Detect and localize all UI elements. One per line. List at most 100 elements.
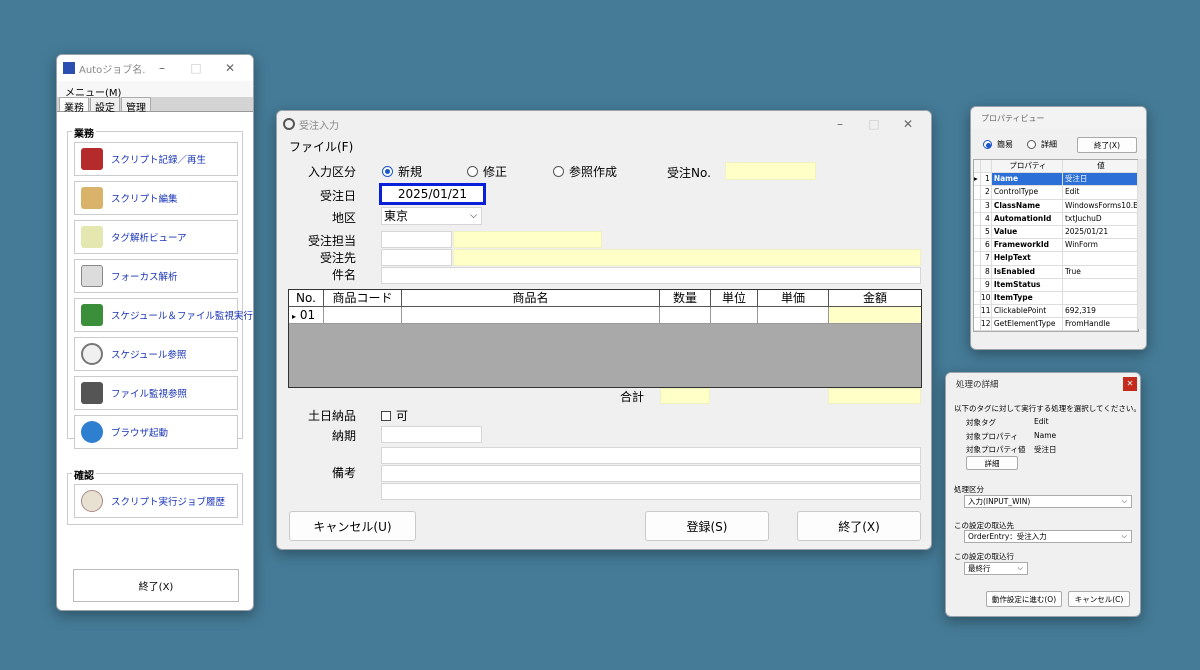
property-row[interactable]: 10 ItemType <box>974 291 1138 306</box>
region-select[interactable]: 東京 ⌵ <box>381 207 482 225</box>
property-table[interactable]: プロパティ 値 ▸ 1 Name 受注日 2 ControlType Edit 3 ClassN… <box>973 159 1139 333</box>
titlebar: 処理の詳細 ✕ <box>946 373 1140 395</box>
maximize-icon[interactable]: □ <box>857 117 891 131</box>
property-row[interactable]: 9 ItemStatus <box>974 278 1138 292</box>
line-value: 最終行 <box>968 564 991 573</box>
radio-modify[interactable]: 修正 <box>467 163 507 180</box>
focus-analysis-button[interactable]: フォーカス解析 <box>74 259 238 293</box>
cell-unit[interactable] <box>711 307 758 324</box>
subject-field[interactable] <box>381 267 921 284</box>
script-record-button[interactable]: スクリプト記録／再生 <box>74 142 238 176</box>
cell-qty[interactable] <box>660 307 711 324</box>
order-grid[interactable]: No. 商品コード 商品名 数量 単位 単価 金額 ▸ 01 <box>288 289 922 388</box>
minimize-icon[interactable]: – <box>823 117 857 131</box>
cancel-button[interactable]: キャンセル(C) <box>1068 591 1130 607</box>
row-marker <box>974 199 981 212</box>
cell-code[interactable] <box>324 307 402 324</box>
person-code-field[interactable] <box>381 231 452 248</box>
memo-line-2[interactable] <box>381 465 921 482</box>
property-name: Value <box>992 225 1063 239</box>
schedule-view-button[interactable]: スケジュール参照 <box>74 337 238 371</box>
proceed-button[interactable]: 動作設定に進む(O) <box>986 591 1062 607</box>
line-select[interactable]: 最終行 ⌵ <box>964 562 1028 575</box>
property-value: 692,319 <box>1063 305 1138 318</box>
radio-ref-create[interactable]: 参照作成 <box>553 163 617 180</box>
property-view-window: プロパティビュー 簡易 詳細 終了(X) プロパティ 値 ▸ 1 Name 受注日 2 C… <box>970 106 1147 350</box>
col-price: 単価 <box>758 290 829 307</box>
radio-detail[interactable]: 詳細 <box>1027 139 1057 150</box>
checkbox-label: 可 <box>396 409 409 423</box>
tag-label: 対象タグ <box>966 418 996 427</box>
tag-viewer-button[interactable]: タグ解析ビューア <box>74 220 238 254</box>
property-name: HelpText <box>992 252 1063 265</box>
property-value: True <box>1063 265 1138 278</box>
property-row[interactable]: 8 IsEnabled True <box>974 265 1138 279</box>
chevron-down-icon: ⌵ <box>1121 532 1127 540</box>
row-marker <box>974 265 981 278</box>
kbn-select[interactable]: 入力(INPUT_WIN) ⌵ <box>964 495 1132 508</box>
tab-admin[interactable]: 管理 <box>121 97 151 114</box>
weekend-checkbox[interactable]: 可 <box>381 407 408 424</box>
cell-name[interactable] <box>402 307 660 324</box>
maximize-icon[interactable]: □ <box>179 61 213 75</box>
window-title: 受注入力 <box>299 120 339 132</box>
property-row[interactable]: 12 GetElementType FromHandle <box>974 318 1138 332</box>
property-row[interactable]: ▸ 1 Name 受注日 <box>974 173 1138 187</box>
radio-dot <box>467 166 478 177</box>
close-icon[interactable]: ✕ <box>891 117 925 131</box>
close-icon[interactable]: ✕ <box>213 61 247 75</box>
deadline-field[interactable] <box>381 426 482 443</box>
memo-line-3[interactable] <box>381 483 921 500</box>
cell-amount <box>829 307 921 324</box>
person-name-field <box>453 231 602 248</box>
close-icon[interactable]: ✕ <box>1123 377 1137 391</box>
order-date-field[interactable]: 2025/01/21 <box>379 183 486 205</box>
scrollbar[interactable] <box>1138 159 1146 329</box>
radio-simple[interactable]: 簡易 <box>983 139 1013 150</box>
property-row[interactable]: 6 FrameworkId WinForm <box>974 239 1138 253</box>
col-no: No. <box>289 290 324 307</box>
cancel-button[interactable]: キャンセル(U) <box>289 511 416 541</box>
titlebar: プロパティビュー <box>971 107 1146 129</box>
dest-select[interactable]: OrderEntry：受注入力 ⌵ <box>964 530 1132 543</box>
total-qty-field <box>660 388 710 404</box>
tab-settings[interactable]: 設定 <box>90 97 120 114</box>
exit-button[interactable]: 終了(X) <box>797 511 921 541</box>
order-no-field[interactable] <box>725 162 816 180</box>
detail-button[interactable]: 詳細 <box>966 456 1018 470</box>
property-row[interactable]: 2 ControlType Edit <box>974 186 1138 200</box>
cell-price[interactable] <box>758 307 829 324</box>
property-name: ClickablePoint <box>992 305 1063 318</box>
register-button[interactable]: 登録(S) <box>645 511 769 541</box>
exit-button[interactable]: 終了(X) <box>1077 137 1137 153</box>
memo-label: 備考 <box>332 466 357 480</box>
chevron-down-icon: ⌵ <box>1017 564 1023 572</box>
script-edit-button[interactable]: スクリプト編集 <box>74 181 238 215</box>
file-menu[interactable]: ファイル(F) <box>289 138 353 155</box>
property-row[interactable]: 11 ClickablePoint 692,319 <box>974 305 1138 319</box>
schedule-monitor-button[interactable]: スケジュール＆ファイル監視実行 <box>74 298 253 332</box>
property-name: GetElementType <box>992 318 1063 331</box>
kbn-value: 入力(INPUT_WIN) <box>968 497 1031 506</box>
exit-button[interactable]: 終了(X) <box>73 569 239 602</box>
browser-launch-button[interactable]: ブラウザ起動 <box>74 415 238 449</box>
row-marker <box>974 252 981 265</box>
col-code: 商品コード <box>324 290 402 307</box>
property-row[interactable]: 3ClassNameWindowsForms10.EDI... <box>974 199 1138 213</box>
customer-code-field[interactable] <box>381 249 452 266</box>
table-row[interactable]: ▸ 01 <box>289 307 921 324</box>
memo-line-1[interactable] <box>381 447 921 464</box>
propval-label: 対象プロパティ値 <box>966 445 1026 454</box>
minimize-icon[interactable]: – <box>145 61 179 75</box>
job-history-button[interactable]: スクリプト実行ジョブ履歴 <box>74 484 238 518</box>
radio-new[interactable]: 新規 <box>382 163 422 180</box>
property-row[interactable]: 4 AutomationId txtJuchuD <box>974 212 1138 226</box>
property-row[interactable]: 5 Value 2025/01/21 <box>974 225 1138 240</box>
file-monitor-view-button[interactable]: ファイル監視参照 <box>74 376 238 410</box>
property-row[interactable]: 7 HelpText <box>974 252 1138 266</box>
property-name: ControlType <box>992 186 1063 199</box>
row-number: 5 <box>981 225 992 239</box>
propval-value: 受注日 <box>1034 445 1057 454</box>
tab-business[interactable]: 業務 <box>59 97 89 114</box>
region-label: 地区 <box>332 211 357 225</box>
